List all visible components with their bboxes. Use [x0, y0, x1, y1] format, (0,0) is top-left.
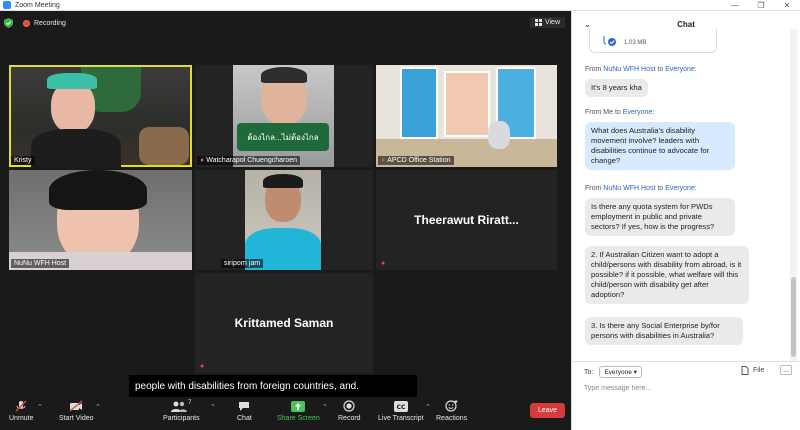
video-tile-apcd[interactable]: ● APCD Office Station	[376, 65, 557, 167]
participant-muted-status: ●	[378, 259, 390, 268]
start-video-button[interactable]: Start Video	[59, 400, 94, 422]
video-tile-siriporn[interactable]: siriporn jam	[195, 170, 373, 270]
smiley-add-icon	[445, 400, 459, 412]
participants-count: 7	[188, 400, 192, 406]
recording-indicator[interactable]: Recording	[23, 19, 66, 27]
chat-messages: 1.03 MB From NuNu WFH Host to Everyone: …	[572, 29, 790, 361]
closed-caption-icon: CC	[393, 400, 408, 412]
participant-name: siriporn jam	[221, 259, 264, 268]
close-button[interactable]: ✕	[774, 0, 800, 11]
window-titlebar: Zoom Meeting — ❐ ✕	[0, 0, 800, 11]
chat-button[interactable]: Chat	[237, 400, 252, 422]
window-controls: — ❐ ✕	[722, 0, 800, 11]
recipient-name[interactable]: Everyone:	[665, 66, 697, 73]
chat-message: What does Australia's disability movemen…	[585, 122, 735, 170]
video-tile-watcharapol[interactable]: ต้องไกล...ไม่ต้องไกล ● Watcharapol Chueng…	[195, 65, 373, 167]
recipient-select[interactable]: Everyone ▾	[599, 366, 642, 378]
zoom-app-icon	[3, 1, 11, 9]
chat-title: Chat	[677, 20, 695, 29]
participant-name: ● Watcharapol Chuengcharoen	[197, 156, 301, 165]
share-screen-button[interactable]: Share Screen	[277, 400, 320, 422]
more-options-button[interactable]: ...	[780, 365, 792, 375]
recipient-name[interactable]: Everyone:	[665, 185, 697, 192]
participants-options-chevron-icon[interactable]: ⌃	[210, 403, 216, 411]
window-title: Zoom Meeting	[15, 1, 60, 9]
meeting-area: Recording View Kristy ต้องไกล...ไม่ต้องไ…	[0, 11, 571, 430]
transcript-options-chevron-icon[interactable]: ⌃	[425, 403, 431, 411]
share-options-chevron-icon[interactable]: ⌃	[322, 403, 328, 411]
grid-view-icon	[534, 19, 542, 26]
video-tile-kristy[interactable]: Kristy	[9, 65, 192, 167]
muted-mic-icon	[14, 400, 28, 412]
svg-text:CC: CC	[396, 404, 405, 411]
record-button[interactable]: Record	[338, 400, 361, 422]
file-icon	[741, 366, 749, 375]
chat-bubble-icon	[237, 400, 251, 412]
leave-button[interactable]: Leave	[530, 403, 565, 418]
chat-panel: ⌄ Chat 1.03 MB From NuNu WFH Host to Eve…	[571, 11, 800, 430]
video-tile-krittamed[interactable]: Krittamed Saman ●	[195, 273, 373, 373]
maximize-button[interactable]: ❐	[748, 0, 774, 11]
muted-mic-icon: ●	[381, 260, 386, 267]
file-size: 1.03 MB	[624, 40, 647, 46]
chat-message: Is there any quota system for PWDs emplo…	[585, 198, 735, 236]
meeting-topbar: Recording View	[0, 11, 571, 35]
sender-name[interactable]: NuNu WFH Host	[603, 185, 655, 192]
participant-name: ● APCD Office Station	[378, 156, 454, 165]
muted-mic-icon: ●	[381, 157, 386, 164]
view-label: View	[544, 19, 560, 26]
video-off-icon	[69, 400, 83, 412]
message-meta: From Me to Everyone:	[585, 109, 655, 116]
video-feed: ต้องไกล...ไม่ต้องไกล	[233, 65, 334, 167]
live-transcript-button[interactable]: CC Live Transcript	[378, 400, 424, 422]
muted-mic-icon: ●	[200, 157, 205, 164]
message-meta: From NuNu WFH Host to Everyone:	[585, 66, 697, 73]
meeting-toolbar: Unmute ⌃ Start Video ⌃ 7 Participants ⌃ …	[0, 397, 571, 430]
video-feed	[245, 170, 321, 270]
chat-footer: To: Everyone ▾ File ...	[572, 361, 800, 430]
participant-name: Kristy	[11, 156, 35, 165]
live-caption: people with disabilities from foreign co…	[129, 375, 417, 398]
video-tile-theerawut[interactable]: Theerawut Riratt... ●	[376, 170, 557, 270]
recipient-name[interactable]: Everyone:	[623, 109, 655, 116]
participant-display-name: Theerawut Riratt...	[414, 213, 519, 227]
participants-icon: 7	[169, 400, 193, 412]
participant-name: NuNu WFH Host	[11, 259, 70, 268]
video-options-chevron-icon[interactable]: ⌃	[95, 403, 101, 411]
minimize-button[interactable]: —	[722, 0, 748, 11]
record-icon	[342, 400, 356, 412]
participant-display-name: Krittamed Saman	[234, 316, 334, 330]
video-feed	[376, 65, 557, 167]
share-screen-icon	[291, 400, 306, 412]
video-feed	[9, 170, 192, 270]
view-button[interactable]: View	[529, 17, 565, 28]
sender-name[interactable]: NuNu WFH Host	[603, 66, 655, 73]
recipient-row: To: Everyone ▾	[584, 366, 642, 378]
to-label: To:	[584, 368, 594, 376]
recording-dot-icon	[23, 19, 30, 27]
file-attachment[interactable]: 1.03 MB	[589, 29, 717, 53]
shield-icon[interactable]	[4, 18, 13, 28]
file-button[interactable]: File	[741, 366, 764, 375]
chat-scrollbar[interactable]	[790, 29, 797, 361]
reactions-button[interactable]: Reactions	[436, 400, 467, 422]
video-feed	[11, 67, 190, 167]
recording-label: Recording	[34, 19, 66, 27]
chat-message: It's 8 years kha	[585, 79, 648, 97]
participants-button[interactable]: 7 Participants	[163, 400, 200, 422]
chevron-down-icon[interactable]: ⌄	[584, 20, 591, 29]
chat-message: 3. Is there any Social Enterprise by/for…	[585, 317, 743, 345]
chat-scrollbar-thumb[interactable]	[791, 277, 796, 357]
audio-options-chevron-icon[interactable]: ⌃	[37, 403, 43, 411]
chat-message-input[interactable]	[584, 382, 784, 394]
chat-message: 2. If Australian Citizen want to adopt a…	[585, 246, 749, 304]
file-download-icon	[603, 36, 616, 46]
sender-name: Me	[603, 109, 614, 116]
message-meta: From NuNu WFH Host to Everyone:	[585, 185, 697, 192]
participant-muted-status: ●	[197, 362, 209, 371]
unmute-button[interactable]: Unmute	[9, 400, 34, 422]
muted-mic-icon: ●	[200, 363, 205, 370]
video-tile-nunu[interactable]: NuNu WFH Host	[9, 170, 192, 270]
